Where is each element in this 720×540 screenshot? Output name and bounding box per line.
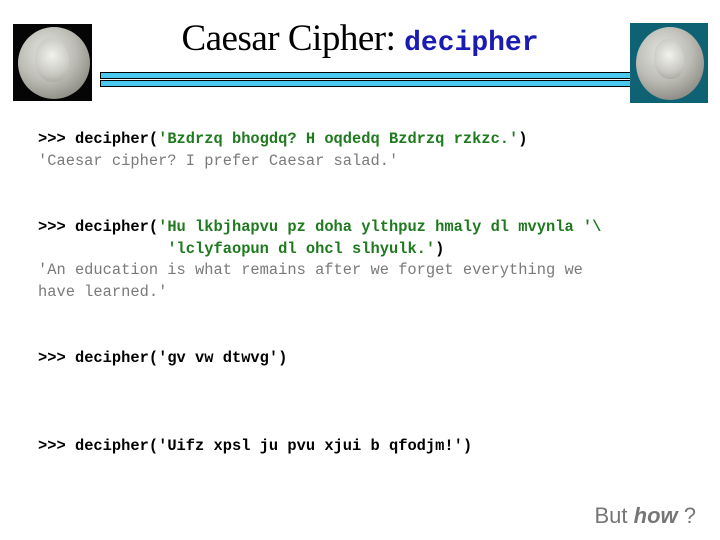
cipher-string: 'gv vw dtwvg' [158, 349, 279, 367]
caesar-coin-portrait-icon [630, 23, 708, 103]
cipher-string: 'Hu lkbjhapvu pz doha ylthpuz hmaly dl m… [158, 218, 602, 236]
title-function-name: decipher [404, 28, 539, 59]
call-close: ) [462, 437, 473, 455]
call-close: ) [435, 239, 445, 258]
title-divider-bottom [100, 80, 631, 87]
call-close: ) [278, 349, 288, 367]
function-call: decipher( [74, 349, 159, 367]
footer-emphasis: how [633, 503, 678, 528]
cipher-string-continuation: 'lclyfaopun dl ohcl slhyulk.' [167, 239, 436, 258]
function-call: decipher( [74, 130, 159, 148]
title-text: Caesar Cipher: [181, 18, 405, 59]
repl-prompt: >>> [38, 218, 75, 236]
code-example: >>> decipher('Uifz xpsl ju pvu xjui b qf… [38, 436, 472, 458]
output-line: 'Caesar cipher? I prefer Caesar salad.' [38, 151, 399, 170]
footer-question: But how ? [595, 503, 697, 529]
footer-text-end: ? [677, 503, 696, 528]
cipher-string: 'Uifz xpsl ju pvu xjui b qfodjm!' [158, 437, 463, 455]
repl-prompt: >>> [38, 437, 75, 455]
coin-portrait-head [654, 39, 684, 79]
function-call: decipher( [74, 218, 159, 236]
page-title: Caesar Cipher: decipher [0, 16, 720, 67]
output-line: 'An education is what remains after we f… [38, 261, 583, 279]
cipher-string: 'Bzdrzq bhogdq? H oqdedq Bzdrzq rzkzc.' [158, 130, 519, 148]
code-example: >>> decipher('gv vw dtwvg') [38, 348, 287, 370]
continuation-indent [38, 240, 167, 258]
output-line: have learned.' [38, 282, 168, 301]
code-example: >>> decipher('Hu lkbjhapvu pz doha ylthp… [38, 217, 601, 303]
repl-prompt: >>> [38, 130, 75, 148]
call-close: ) [518, 130, 528, 148]
code-example: >>> decipher('Bzdrzq bhogdq? H oqdedq Bz… [38, 129, 528, 172]
function-call: decipher( [74, 437, 159, 455]
footer-text: But [594, 503, 634, 528]
title-divider-top [100, 72, 631, 79]
repl-prompt: >>> [38, 349, 75, 367]
